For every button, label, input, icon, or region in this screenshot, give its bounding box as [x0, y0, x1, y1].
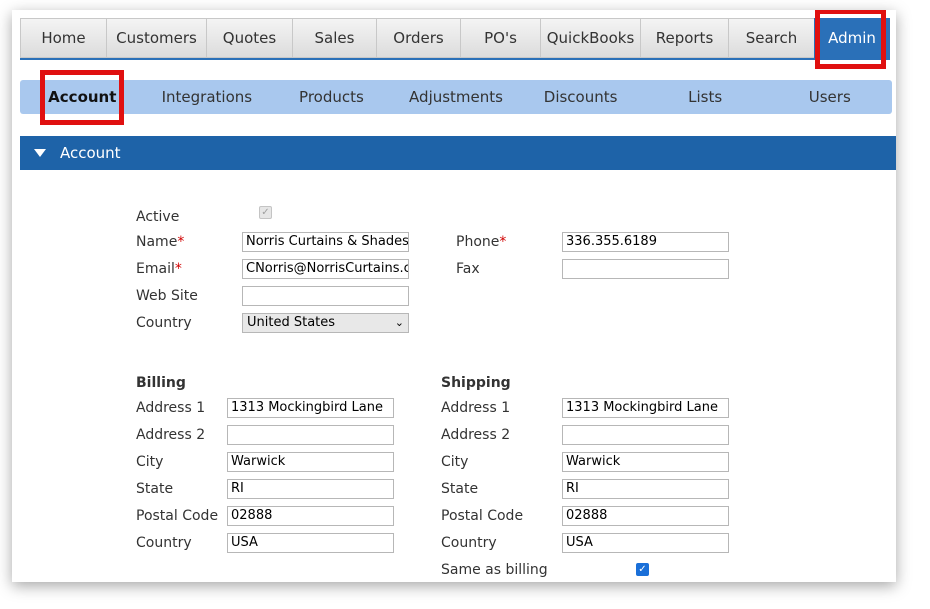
- same-as-billing-checkbox[interactable]: ✓: [636, 563, 649, 576]
- fax-field[interactable]: [562, 259, 729, 279]
- tab-search[interactable]: Search: [728, 18, 814, 58]
- country-label: Country: [136, 315, 192, 331]
- billing-city-label: City: [136, 454, 164, 470]
- billing-address2-label: Address 2: [136, 427, 206, 443]
- country-select[interactable]: United States ⌄: [242, 313, 409, 333]
- tab-pos[interactable]: PO's: [460, 18, 540, 58]
- chevron-down-icon: ⌄: [394, 316, 404, 329]
- tab-quotes[interactable]: Quotes: [206, 18, 292, 58]
- tab-home[interactable]: Home: [20, 18, 106, 58]
- section-title: Account: [60, 144, 121, 162]
- shipping-country-field[interactable]: USA: [562, 533, 729, 553]
- top-nav: Home Customers Quotes Sales Orders PO's …: [20, 18, 890, 58]
- billing-state-label: State: [136, 481, 174, 497]
- shipping-address1-field[interactable]: 1313 Mockingbird Lane: [562, 398, 729, 418]
- email-label: Email*: [136, 261, 182, 277]
- shipping-heading: Shipping: [441, 375, 511, 391]
- subtab-adjustments[interactable]: Adjustments: [394, 88, 519, 106]
- tab-sales[interactable]: Sales: [292, 18, 376, 58]
- subtab-lists[interactable]: Lists: [643, 88, 768, 106]
- subtab-products[interactable]: Products: [269, 88, 394, 106]
- subtab-users[interactable]: Users: [767, 88, 892, 106]
- tab-admin[interactable]: Admin: [814, 18, 890, 58]
- billing-address1-label: Address 1: [136, 400, 206, 416]
- billing-country-label: Country: [136, 535, 192, 551]
- shipping-country-label: Country: [441, 535, 497, 551]
- name-field[interactable]: Norris Curtains & Shades: [242, 232, 409, 252]
- billing-postal-label: Postal Code: [136, 508, 219, 524]
- billing-postal-field[interactable]: 02888: [227, 506, 394, 526]
- billing-heading: Billing: [136, 375, 186, 391]
- tab-quickbooks[interactable]: QuickBooks: [540, 18, 640, 58]
- billing-country-field[interactable]: USA: [227, 533, 394, 553]
- billing-state-field[interactable]: RI: [227, 479, 394, 499]
- phone-label: Phone*: [456, 234, 506, 250]
- email-field[interactable]: CNorris@NorrisCurtains.com: [242, 259, 409, 279]
- country-select-value: United States: [247, 315, 336, 330]
- website-label: Web Site: [136, 288, 198, 304]
- section-header-account[interactable]: Account: [20, 136, 896, 170]
- shipping-city-label: City: [441, 454, 469, 470]
- subtab-integrations[interactable]: Integrations: [145, 88, 270, 106]
- subtab-discounts[interactable]: Discounts: [518, 88, 643, 106]
- shipping-state-field[interactable]: RI: [562, 479, 729, 499]
- required-marker: *: [177, 234, 185, 250]
- sub-nav: Account Integrations Products Adjustment…: [20, 80, 892, 114]
- collapse-caret-icon[interactable]: [34, 149, 46, 157]
- shipping-address1-label: Address 1: [441, 400, 511, 416]
- required-marker: *: [174, 261, 182, 277]
- active-label: Active: [136, 209, 180, 225]
- phone-label-text: Phone: [456, 234, 500, 250]
- shipping-address2-field[interactable]: [562, 425, 729, 445]
- shipping-postal-label: Postal Code: [441, 508, 524, 524]
- active-checkbox[interactable]: ✓: [259, 206, 272, 219]
- name-label-text: Name: [136, 234, 178, 250]
- app-window: Home Customers Quotes Sales Orders PO's …: [12, 10, 896, 582]
- subtab-account[interactable]: Account: [20, 88, 145, 106]
- tab-customers[interactable]: Customers: [106, 18, 206, 58]
- required-marker: *: [499, 234, 507, 250]
- billing-address1-field[interactable]: 1313 Mockingbird Lane: [227, 398, 394, 418]
- tab-reports[interactable]: Reports: [640, 18, 728, 58]
- shipping-state-label: State: [441, 481, 479, 497]
- top-nav-underline: [20, 58, 890, 60]
- email-label-text: Email: [136, 261, 175, 277]
- fax-label: Fax: [456, 261, 480, 277]
- website-field[interactable]: [242, 286, 409, 306]
- billing-city-field[interactable]: Warwick: [227, 452, 394, 472]
- billing-address2-field[interactable]: [227, 425, 394, 445]
- shipping-address2-label: Address 2: [441, 427, 511, 443]
- shipping-postal-field[interactable]: 02888: [562, 506, 729, 526]
- same-as-billing-label: Same as billing: [441, 562, 548, 578]
- phone-field[interactable]: 336.355.6189: [562, 232, 729, 252]
- shipping-city-field[interactable]: Warwick: [562, 452, 729, 472]
- tab-orders[interactable]: Orders: [376, 18, 460, 58]
- name-label: Name*: [136, 234, 184, 250]
